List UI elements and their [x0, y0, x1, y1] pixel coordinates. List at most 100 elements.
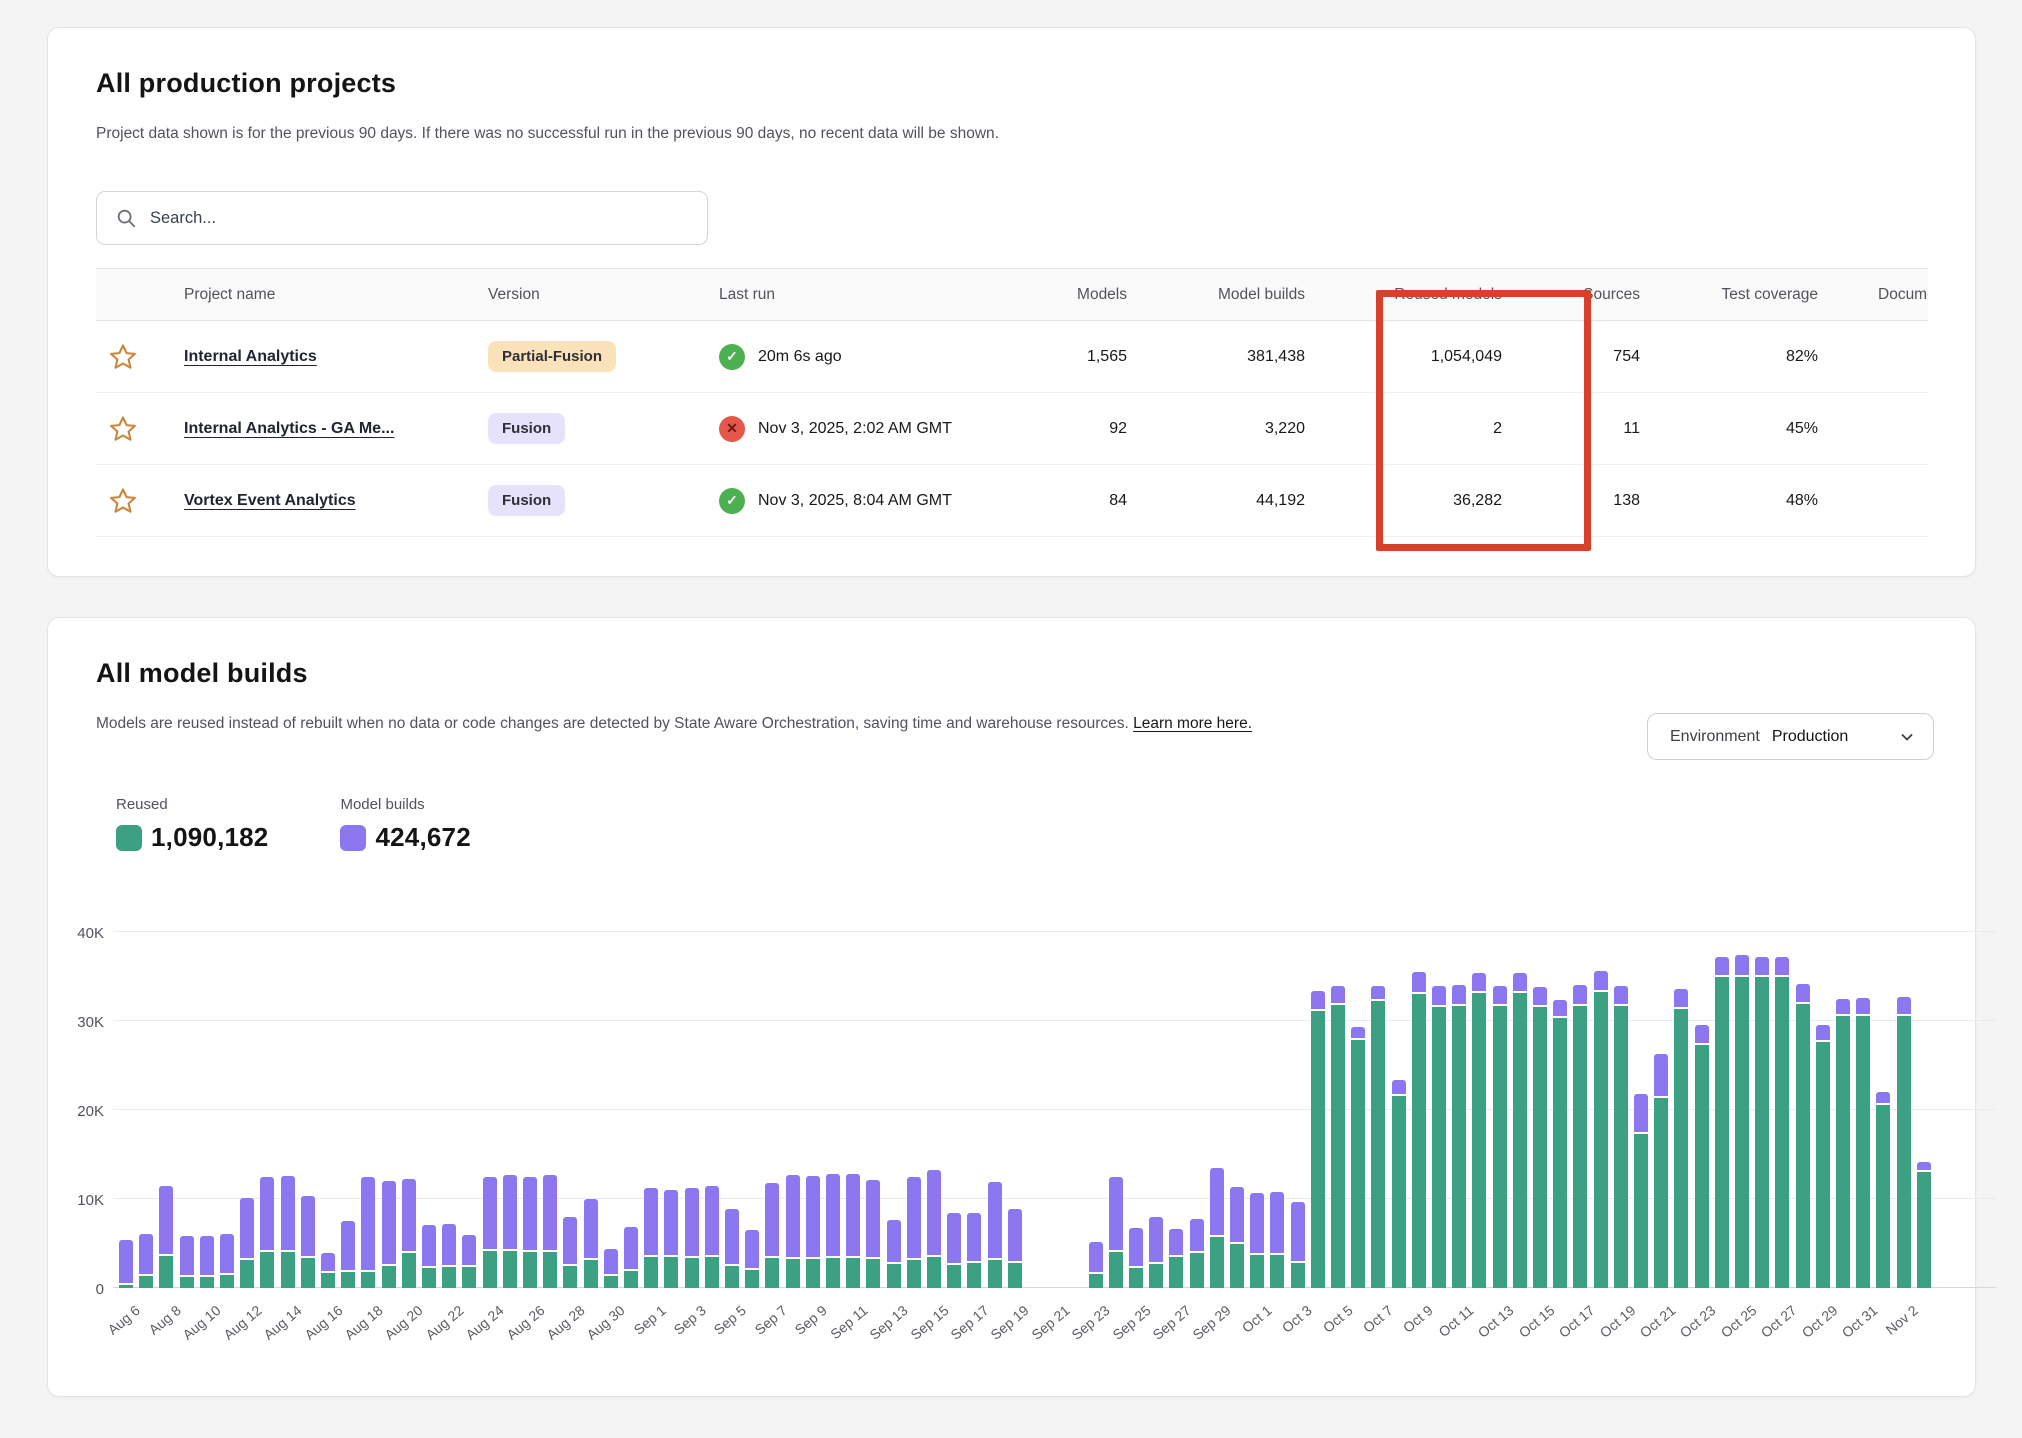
column-header-last-run[interactable]: Last run — [701, 286, 1011, 304]
bar-stack[interactable] — [1412, 932, 1426, 1288]
favorite-cell[interactable] — [96, 486, 144, 516]
bar-stack[interactable] — [745, 932, 759, 1288]
bar-stack[interactable] — [1129, 932, 1143, 1288]
bar-stack[interactable] — [664, 932, 678, 1288]
bar-stack[interactable] — [806, 932, 820, 1288]
bar-stack[interactable] — [1311, 932, 1325, 1288]
search-box[interactable] — [96, 191, 708, 245]
bar-stack[interactable] — [1089, 932, 1103, 1288]
bar-stack[interactable] — [382, 932, 396, 1288]
bar-stack[interactable] — [765, 932, 779, 1288]
favorite-cell[interactable] — [96, 342, 144, 372]
bar-stack[interactable] — [220, 932, 234, 1288]
bar-stack[interactable] — [826, 932, 840, 1288]
bar-stack[interactable] — [705, 932, 719, 1288]
bar-stack[interactable] — [1856, 932, 1870, 1288]
project-name-link[interactable]: Vortex Event Analytics — [184, 492, 356, 510]
bar-stack[interactable] — [321, 932, 335, 1288]
bar-stack[interactable] — [624, 932, 638, 1288]
favorite-star-icon[interactable] — [108, 342, 138, 372]
bar-stack[interactable] — [1371, 932, 1385, 1288]
column-header-reused-models[interactable]: Reused models — [1311, 286, 1506, 304]
project-name-link[interactable]: Internal Analytics - GA Me... — [184, 420, 394, 438]
bar-stack[interactable] — [159, 932, 173, 1288]
bar-stack[interactable] — [180, 932, 194, 1288]
bar-stack[interactable] — [1432, 932, 1446, 1288]
bar-stack[interactable] — [1917, 932, 1931, 1288]
bar-stack[interactable] — [1270, 932, 1284, 1288]
search-input[interactable] — [150, 209, 689, 228]
bar-stack[interactable] — [139, 932, 153, 1288]
bar-stack[interactable] — [1553, 932, 1567, 1288]
favorite-star-icon[interactable] — [108, 486, 138, 516]
bar-stack[interactable] — [1695, 932, 1709, 1288]
bar-stack[interactable] — [1149, 932, 1163, 1288]
column-header-models[interactable]: Models — [1011, 286, 1131, 304]
column-header-model-builds[interactable]: Model builds — [1131, 286, 1311, 304]
bar-stack[interactable] — [685, 932, 699, 1288]
bar-stack[interactable] — [563, 932, 577, 1288]
environment-select[interactable]: Environment Production — [1647, 713, 1934, 760]
bar-stack[interactable] — [947, 932, 961, 1288]
bar-stack[interactable] — [1210, 932, 1224, 1288]
bar-stack[interactable] — [1796, 932, 1810, 1288]
bar-stack[interactable] — [361, 932, 375, 1288]
bar-stack[interactable] — [1654, 932, 1668, 1288]
bar-stack[interactable] — [240, 932, 254, 1288]
bar-stack[interactable] — [341, 932, 355, 1288]
bar-stack[interactable] — [1472, 932, 1486, 1288]
column-header-version[interactable]: Version — [461, 286, 701, 304]
column-header-documentation[interactable]: Documentation — [1841, 286, 1928, 304]
bar-stack[interactable] — [967, 932, 981, 1288]
learn-more-link[interactable]: Learn more here. — [1133, 715, 1252, 732]
bar-stack[interactable] — [1533, 932, 1547, 1288]
bar-stack[interactable] — [1836, 932, 1850, 1288]
bar-stack[interactable] — [1230, 932, 1244, 1288]
bar-stack[interactable] — [442, 932, 456, 1288]
bar-stack[interactable] — [119, 932, 133, 1288]
bar-stack[interactable] — [1351, 932, 1365, 1288]
bar-stack[interactable] — [1715, 932, 1729, 1288]
bar-stack[interactable] — [260, 932, 274, 1288]
bar-stack[interactable] — [1594, 932, 1608, 1288]
bar-stack[interactable] — [907, 932, 921, 1288]
bar-stack[interactable] — [483, 932, 497, 1288]
bar-stack[interactable] — [846, 932, 860, 1288]
bar-stack[interactable] — [1331, 932, 1345, 1288]
bar-stack[interactable] — [1452, 932, 1466, 1288]
bar-stack[interactable] — [1775, 932, 1789, 1288]
bar-stack[interactable] — [1674, 932, 1688, 1288]
bar-stack[interactable] — [1573, 932, 1587, 1288]
column-header-test-coverage[interactable]: Test coverage — [1649, 286, 1841, 304]
bar-stack[interactable] — [1876, 932, 1890, 1288]
bar-stack[interactable] — [927, 932, 941, 1288]
bar-stack[interactable] — [786, 932, 800, 1288]
bar-stack[interactable] — [584, 932, 598, 1288]
bar-stack[interactable] — [866, 932, 880, 1288]
bar-stack[interactable] — [543, 932, 557, 1288]
bar-stack[interactable] — [503, 932, 517, 1288]
bar-stack[interactable] — [1735, 932, 1749, 1288]
bar-stack[interactable] — [1169, 932, 1183, 1288]
bar-stack[interactable] — [725, 932, 739, 1288]
bar-stack[interactable] — [887, 932, 901, 1288]
bar-stack[interactable] — [1513, 932, 1527, 1288]
bar-stack[interactable] — [644, 932, 658, 1288]
bar-stack[interactable] — [462, 932, 476, 1288]
favorite-cell[interactable] — [96, 414, 144, 444]
bar-stack[interactable] — [1250, 932, 1264, 1288]
bar-stack[interactable] — [1493, 932, 1507, 1288]
column-header-project-name[interactable]: Project name — [144, 286, 461, 304]
bar-stack[interactable] — [281, 932, 295, 1288]
bar-stack[interactable] — [1008, 932, 1022, 1288]
bar-stack[interactable] — [523, 932, 537, 1288]
favorite-star-icon[interactable] — [108, 414, 138, 444]
bar-stack[interactable] — [1634, 932, 1648, 1288]
bar-stack[interactable] — [1109, 932, 1123, 1288]
bar-stack[interactable] — [1190, 932, 1204, 1288]
bar-stack[interactable] — [604, 932, 618, 1288]
bar-stack[interactable] — [1755, 932, 1769, 1288]
bar-stack[interactable] — [1614, 932, 1628, 1288]
bar-stack[interactable] — [422, 932, 436, 1288]
bar-stack[interactable] — [1816, 932, 1830, 1288]
